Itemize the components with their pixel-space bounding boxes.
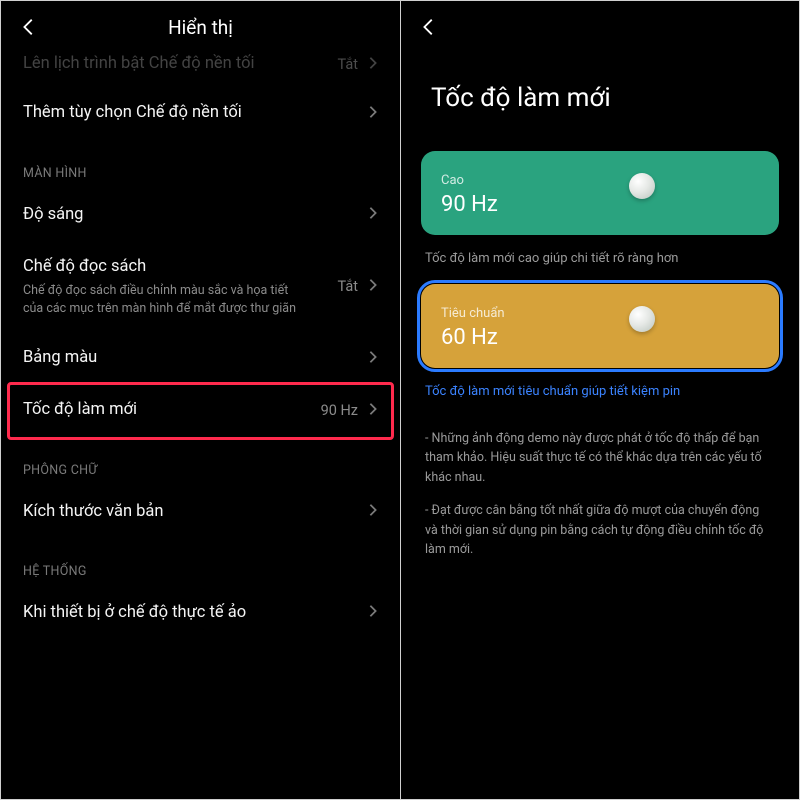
chevron-right-icon bbox=[368, 603, 378, 622]
note-line: - Đạt được cân bằng tốt nhất giữa độ mượ… bbox=[425, 501, 775, 559]
chevron-right-icon bbox=[368, 349, 378, 368]
refresh-rate-screen: Tốc độ làm mới Cao 90 Hz Tốc độ làm mới … bbox=[400, 0, 800, 800]
chevron-right-icon bbox=[368, 55, 378, 74]
row-color-palette[interactable]: Bảng màu bbox=[1, 332, 400, 384]
option-hz: 60 Hz bbox=[441, 325, 759, 350]
row-title: Kích thước văn bản bbox=[23, 501, 368, 523]
refresh-option-standard[interactable]: Tiêu chuẩn 60 Hz bbox=[421, 284, 779, 368]
header: Hiển thị bbox=[1, 1, 400, 53]
page-title: Tốc độ làm mới bbox=[401, 53, 799, 135]
option-hz: 90 Hz bbox=[441, 192, 759, 217]
chevron-right-icon bbox=[368, 104, 378, 123]
row-dark-mode-schedule[interactable]: Lên lịch trình bật Chế độ nền tối Tắt bbox=[1, 53, 400, 87]
back-button[interactable] bbox=[409, 7, 449, 47]
chevron-right-icon bbox=[368, 277, 378, 296]
option-label: Cao bbox=[441, 173, 759, 188]
display-settings-screen: Hiển thị Lên lịch trình bật Chế độ nền t… bbox=[0, 0, 400, 800]
demo-ball-icon bbox=[629, 306, 655, 332]
chevron-right-icon bbox=[368, 502, 378, 521]
row-refresh-rate[interactable]: Tốc độ làm mới 90 Hz bbox=[1, 384, 400, 436]
row-subtitle: Chế độ đọc sách điều chỉnh màu sắc và họ… bbox=[23, 282, 303, 317]
row-title: Bảng màu bbox=[23, 347, 368, 369]
row-brightness[interactable]: Độ sáng bbox=[1, 189, 400, 241]
row-text-size[interactable]: Kích thước văn bản bbox=[1, 486, 400, 538]
row-value: 90 Hz bbox=[321, 402, 358, 419]
header-title: Hiển thị bbox=[9, 16, 392, 39]
row-reading-mode[interactable]: Chế độ đọc sách Chế độ đọc sách điều chỉ… bbox=[1, 241, 400, 332]
row-vr-mode[interactable]: Khi thiết bị ở chế độ thực tế ảo bbox=[1, 587, 400, 639]
row-title: Lên lịch trình bật Chế độ nền tối bbox=[23, 53, 338, 75]
option-label: Tiêu chuẩn bbox=[441, 306, 759, 321]
section-label-system: HỆ THỐNG bbox=[1, 538, 400, 587]
section-label-font: PHÔNG CHỮ bbox=[1, 437, 400, 486]
row-more-dark-options[interactable]: Thêm tùy chọn Chế độ nền tối bbox=[1, 87, 400, 139]
demo-ball-icon bbox=[629, 173, 655, 199]
row-title: Chế độ đọc sách bbox=[23, 256, 338, 278]
row-title: Thêm tùy chọn Chế độ nền tối bbox=[23, 102, 368, 124]
arrow-left-icon bbox=[418, 16, 440, 38]
note-line: - Những ảnh động demo này được phát ở tố… bbox=[425, 429, 775, 487]
section-label-screen: MÀN HÌNH bbox=[1, 140, 400, 189]
row-value: Tắt bbox=[338, 56, 358, 73]
footnotes: - Những ảnh động demo này được phát ở tố… bbox=[401, 401, 799, 559]
chevron-right-icon bbox=[368, 205, 378, 224]
refresh-option-high[interactable]: Cao 90 Hz bbox=[421, 151, 779, 235]
chevron-right-icon bbox=[368, 401, 378, 420]
row-title: Độ sáng bbox=[23, 204, 368, 226]
row-value: Tắt bbox=[338, 278, 358, 295]
row-title: Khi thiết bị ở chế độ thực tế ảo bbox=[23, 602, 368, 624]
row-title: Tốc độ làm mới bbox=[23, 399, 321, 421]
option-high-caption: Tốc độ làm mới cao giúp chi tiết rõ ràng… bbox=[401, 241, 799, 268]
header bbox=[401, 1, 799, 53]
option-standard-caption: Tốc độ làm mới tiêu chuẩn giúp tiết kiệm… bbox=[401, 374, 799, 401]
